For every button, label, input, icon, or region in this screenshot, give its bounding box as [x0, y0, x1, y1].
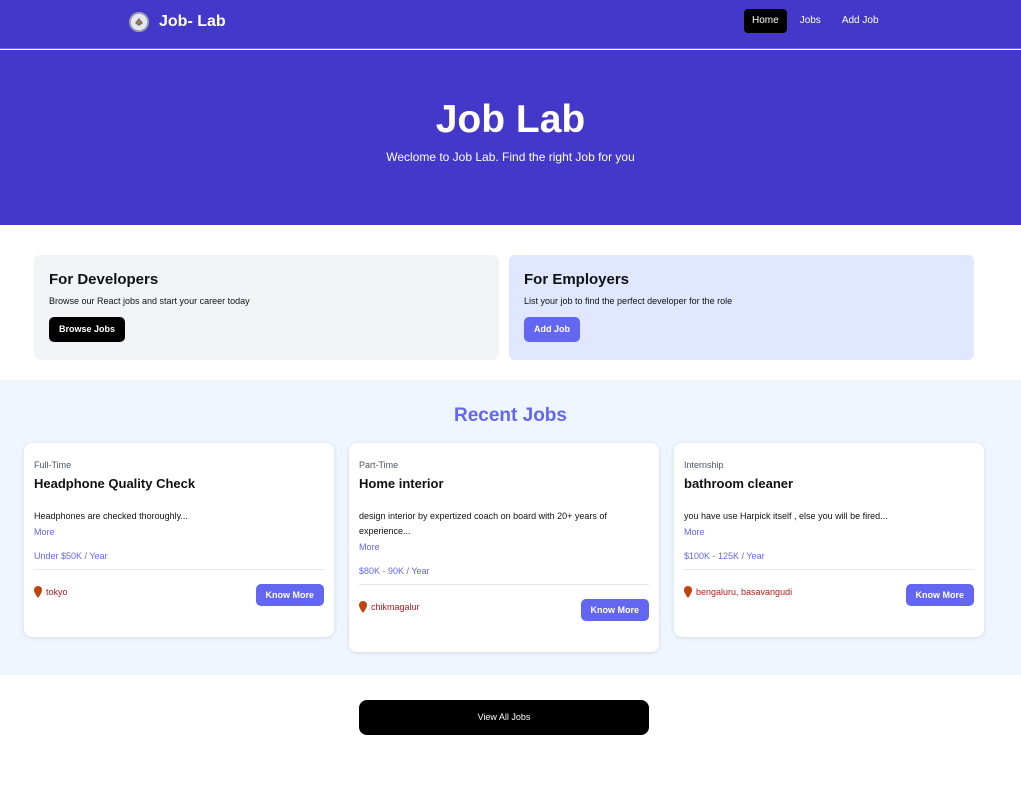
- developers-title: For Developers: [49, 271, 159, 288]
- more-link[interactable]: More: [359, 542, 649, 552]
- brand[interactable]: Job- Lab: [129, 12, 226, 32]
- divider: [34, 569, 324, 570]
- job-salary: $80K - 90K / Year: [359, 566, 430, 576]
- job-description: design interior by expertized coach on b…: [359, 511, 607, 536]
- job-location-text: chikmagalur: [371, 602, 420, 612]
- job-location: bengaluru, basavangudi: [684, 586, 792, 598]
- map-pin-icon: [684, 586, 692, 598]
- job-card: Part-Time Home interior design interior …: [349, 443, 659, 652]
- job-location-text: tokyo: [46, 587, 68, 597]
- job-title: Home interior: [359, 476, 444, 491]
- job-footer: chikmagalur Know More: [359, 595, 649, 642]
- navbar: Job- Lab Home Jobs Add Job: [0, 0, 1021, 49]
- nav-links: Home Jobs Add Job: [744, 9, 892, 33]
- job-title: bathroom cleaner: [684, 476, 794, 491]
- map-pin-icon: [34, 586, 42, 598]
- job-location: chikmagalur: [359, 601, 420, 613]
- divider: [359, 584, 649, 585]
- job-type: Part-Time: [359, 460, 399, 470]
- job-type: Internship: [684, 460, 724, 470]
- job-footer: bengaluru, basavangudi Know More: [684, 580, 974, 627]
- developers-text: Browse our React jobs and start your car…: [49, 296, 250, 306]
- job-location-text: bengaluru, basavangudi: [696, 587, 793, 597]
- more-link[interactable]: More: [34, 527, 324, 537]
- job-type: Full-Time: [34, 460, 72, 470]
- brand-name: Job- Lab: [159, 13, 226, 30]
- know-more-button[interactable]: Know More: [580, 599, 649, 621]
- employers-card: For Employers List your job to find the …: [509, 255, 974, 360]
- view-all-jobs-button[interactable]: View All Jobs: [359, 700, 649, 735]
- more-link[interactable]: More: [684, 527, 974, 537]
- job-description: you have use Harpick itself , else you w…: [684, 511, 888, 521]
- employers-text: List your job to find the perfect develo…: [524, 296, 733, 306]
- browse-jobs-button[interactable]: Browse Jobs: [49, 317, 126, 342]
- hero: Job Lab Weclome to Job Lab. Find the rig…: [0, 50, 1021, 225]
- know-more-button[interactable]: Know More: [905, 584, 974, 606]
- job-footer: tokyo Know More: [34, 580, 324, 627]
- know-more-button[interactable]: Know More: [255, 584, 324, 606]
- hero-title: Job Lab: [435, 98, 586, 141]
- nav-add-job[interactable]: Add Job: [834, 9, 887, 33]
- job-salary: $100K - 125K / Year: [684, 551, 765, 561]
- developers-card: For Developers Browse our React jobs and…: [34, 255, 499, 360]
- recent-jobs-title: Recent Jobs: [454, 405, 567, 426]
- nav-jobs[interactable]: Jobs: [792, 9, 829, 33]
- employers-title: For Employers: [524, 271, 630, 288]
- job-card: Full-Time Headphone Quality Check Headph…: [24, 443, 334, 637]
- map-pin-icon: [359, 601, 367, 613]
- job-salary: Under $50K / Year: [34, 551, 108, 561]
- nav-home[interactable]: Home: [744, 9, 787, 33]
- job-title: Headphone Quality Check: [34, 476, 196, 491]
- job-card: Internship bathroom cleaner you have use…: [674, 443, 984, 637]
- divider: [684, 569, 974, 570]
- logo-icon: [129, 12, 149, 32]
- add-job-button[interactable]: Add Job: [524, 317, 580, 342]
- job-location: tokyo: [34, 586, 68, 598]
- hero-subtitle: Weclome to Job Lab. Find the right Job f…: [386, 150, 635, 164]
- job-description: Headphones are checked thoroughly...: [34, 511, 188, 521]
